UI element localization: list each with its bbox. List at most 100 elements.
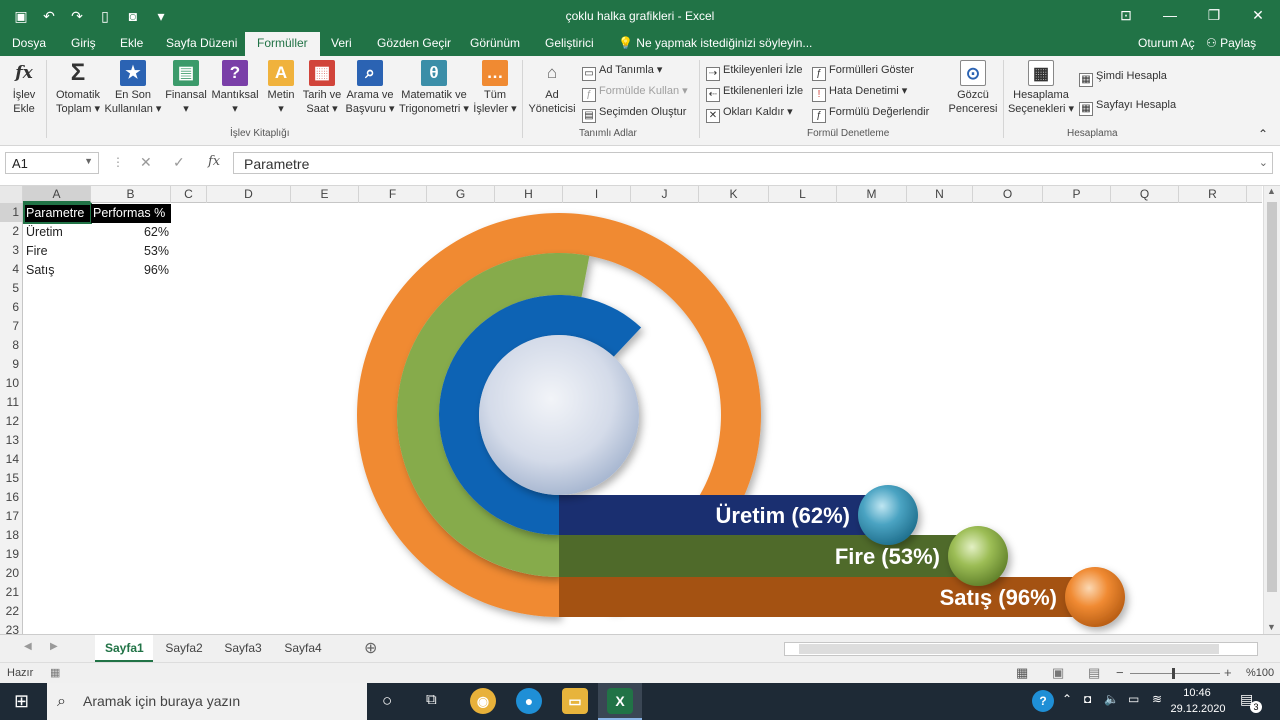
excel-taskbar-button[interactable]: X xyxy=(598,683,642,720)
chevron-down-icon[interactable]: ▼ xyxy=(84,156,93,166)
error-checking-button[interactable]: ! Hata Denetimi ▾ xyxy=(812,83,907,102)
date-time-button[interactable]: ▦ Tarih ve Saat ▾ xyxy=(300,60,344,116)
volume-icon[interactable]: 🔈 xyxy=(1104,692,1119,706)
zoom-in-icon[interactable]: + xyxy=(1224,665,1232,680)
normal-view-icon[interactable]: ▦ xyxy=(1016,665,1028,681)
button-label: Penceresi xyxy=(948,103,998,115)
series-marker-0[interactable] xyxy=(858,485,918,545)
close-icon[interactable]: ✕ xyxy=(1236,0,1280,32)
tab-gelistirici[interactable]: Geliştirici xyxy=(545,36,594,50)
tab-gorunum[interactable]: Görünüm xyxy=(470,36,520,50)
chrome-icon[interactable]: ◉ xyxy=(470,688,496,714)
scrollbar-thumb[interactable] xyxy=(799,644,1219,654)
group-separator xyxy=(46,60,47,138)
sign-in-link[interactable]: Oturum Aç xyxy=(1138,36,1195,50)
next-sheet-icon[interactable]: ▶ xyxy=(50,641,58,652)
network-icon[interactable]: ≋ xyxy=(1152,692,1162,706)
camtasia-icon[interactable]: ● xyxy=(516,688,542,714)
radial-bar-chart[interactable]: Üretim (62%) Fire (53%)Satış (96%) xyxy=(0,186,1262,634)
collapse-ribbon-icon[interactable]: ⌃ xyxy=(1258,126,1268,142)
clock-date[interactable]: 29.12.2020 xyxy=(1170,703,1226,715)
sheet-tab[interactable]: Sayfa3 xyxy=(214,635,272,662)
use-in-formula-button[interactable]: ƒ Formülde Kullan ▾ xyxy=(582,83,688,102)
expand-formula-bar-icon[interactable]: ⌄ xyxy=(1259,156,1268,169)
share-button[interactable]: ⚇ Paylaş xyxy=(1206,36,1256,50)
enter-icon[interactable]: ✓ xyxy=(173,154,185,171)
financial-button[interactable]: ▤ Finansal ▾ xyxy=(163,60,209,116)
tab-dosya[interactable]: Dosya xyxy=(12,36,46,50)
watch-window-button[interactable]: ⊙ Gözcü Penceresi xyxy=(946,60,1000,116)
autosum-button[interactable]: Σ Otomatik Toplam ▾ xyxy=(50,60,106,116)
zoom-slider[interactable] xyxy=(1130,673,1220,674)
scrollbar-thumb[interactable] xyxy=(1267,202,1277,592)
ribbon-display-icon[interactable]: ⊡ xyxy=(1104,0,1148,32)
cortana-icon[interactable]: ○ xyxy=(382,691,392,711)
tab-giris[interactable]: Giriş xyxy=(71,36,96,50)
button-label: Tarih ve xyxy=(302,89,342,101)
zoom-out-icon[interactable]: − xyxy=(1116,665,1124,680)
tab-gozden-gecir[interactable]: Gözden Geçir xyxy=(377,36,451,50)
name-manager-button[interactable]: ⌂ Ad Yöneticisi xyxy=(526,60,578,116)
logical-button[interactable]: ? Mantıksal ▾ xyxy=(209,60,261,116)
vertical-scrollbar[interactable]: ▲ ▼ xyxy=(1263,186,1280,634)
windows-start-icon[interactable]: ⊞ xyxy=(14,691,29,712)
page-break-icon[interactable]: ▤ xyxy=(1088,665,1100,681)
tell-me-search[interactable]: 💡 Ne yapmak istediğinizi söyleyin... xyxy=(618,36,812,50)
show-formulas-button[interactable]: ƒ Formülleri Göster xyxy=(812,62,914,81)
remove-arrows-icon: ✕ xyxy=(706,109,720,123)
add-sheet-icon[interactable]: ⊕ xyxy=(364,638,377,658)
data-label-2: Satış (96%) xyxy=(940,585,1057,610)
name-box[interactable]: A1 ▼ xyxy=(5,152,99,174)
sheet-tab[interactable]: Sayfa4 xyxy=(274,635,332,662)
tab-ekle[interactable]: Ekle xyxy=(120,36,143,50)
insert-function-button[interactable]: fx İşlev Ekle xyxy=(6,60,42,116)
scroll-down-icon[interactable]: ▼ xyxy=(1267,622,1276,632)
define-name-button[interactable]: ▭ Ad Tanımla ▾ xyxy=(582,62,662,81)
button-label: Seçenekleri ▾ xyxy=(1007,103,1075,115)
tab-formuller[interactable]: Formüller xyxy=(245,32,320,56)
calculate-sheet-button[interactable]: ▦ Sayfayı Hesapla xyxy=(1079,97,1176,116)
zoom-slider-thumb[interactable] xyxy=(1172,668,1175,679)
scroll-up-icon[interactable]: ▲ xyxy=(1267,186,1276,196)
recently-used-button[interactable]: ★ En Son Kullanılan ▾ xyxy=(104,60,162,116)
battery-icon[interactable]: ▭ xyxy=(1128,692,1139,706)
file-explorer-icon[interactable]: ▭ xyxy=(562,688,588,714)
help-icon[interactable]: ? xyxy=(1032,690,1054,712)
insert-function-icon[interactable]: fx xyxy=(208,154,220,169)
page-layout-icon[interactable]: ▣ xyxy=(1052,665,1064,681)
task-view-icon[interactable]: ⧉ xyxy=(426,691,437,708)
sheet-tab[interactable]: Sayfa1 xyxy=(95,635,153,662)
tab-sayfa-duzeni[interactable]: Sayfa Düzeni xyxy=(166,36,237,50)
more-functions-button[interactable]: … Tüm İşlevler ▾ xyxy=(472,60,518,116)
series-marker-2[interactable] xyxy=(1065,567,1125,627)
calculate-sheet-icon: ▦ xyxy=(1079,102,1093,116)
create-from-selection-button[interactable]: ▤ Seçimden Oluştur xyxy=(582,104,686,123)
show-hidden-icons-icon[interactable]: ⌃ xyxy=(1062,692,1072,706)
macro-record-icon[interactable]: ▦ xyxy=(50,666,60,679)
zoom-level[interactable]: %100 xyxy=(1246,667,1274,679)
remove-arrows-button[interactable]: ✕ Okları Kaldır ▾ xyxy=(706,104,793,123)
button-label: Ad Tanımla ▾ xyxy=(599,64,663,76)
text-button[interactable]: A Metin ▾ xyxy=(263,60,299,116)
calculation-options-button[interactable]: ▦ Hesaplama Seçenekleri ▾ xyxy=(1006,60,1076,116)
evaluate-formula-button[interactable]: ƒ Formülü Değerlendir xyxy=(812,104,929,123)
minimize-icon[interactable]: — xyxy=(1148,0,1192,32)
math-trig-button[interactable]: θ Matematik ve Trigonometri ▾ xyxy=(396,60,472,116)
cancel-icon[interactable]: ✕ xyxy=(140,154,152,171)
series-marker-1[interactable] xyxy=(948,526,1008,586)
clock-time[interactable]: 10:46 xyxy=(1175,687,1219,699)
maximize-icon[interactable]: ❐ xyxy=(1192,0,1236,32)
trace-precedents-button[interactable]: ⇢ Etkileyenleri İzle xyxy=(706,62,802,81)
prev-sheet-icon[interactable]: ◀ xyxy=(24,641,32,652)
formula-input[interactable]: Parametre ⌄ xyxy=(233,152,1273,174)
tab-veri[interactable]: Veri xyxy=(331,36,352,50)
button-label: Gözcü xyxy=(957,89,989,101)
show-formulas-icon: ƒ xyxy=(812,67,826,81)
calculate-now-button[interactable]: ▦ Şimdi Hesapla xyxy=(1079,68,1167,87)
horizontal-scrollbar[interactable] xyxy=(784,642,1258,656)
lookup-reference-button[interactable]: ⌕ Arama ve Başvuru ▾ xyxy=(345,60,395,116)
meet-now-icon[interactable]: ◘ xyxy=(1084,692,1091,706)
taskbar-search[interactable]: ⌕ Aramak için buraya yazın xyxy=(47,683,367,720)
sheet-tab[interactable]: Sayfa2 xyxy=(155,635,213,662)
trace-dependents-button[interactable]: ⇠ Etkilenenleri İzle xyxy=(706,83,803,102)
